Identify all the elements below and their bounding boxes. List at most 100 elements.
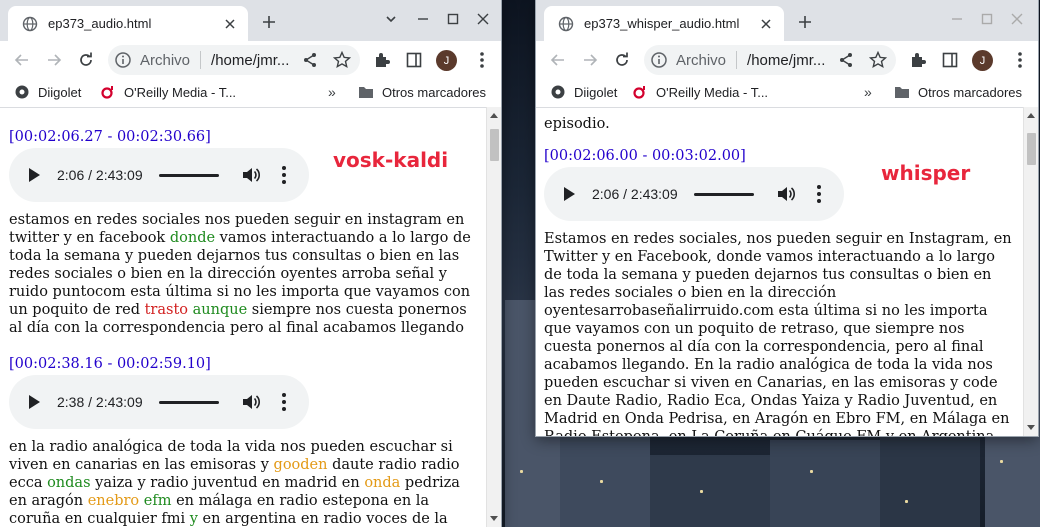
url-text: /home/jmr...: [747, 51, 826, 69]
close-window-icon[interactable]: [1006, 8, 1028, 30]
tab-vosk-audio[interactable]: ep373_audio.html: [8, 6, 248, 41]
share-icon[interactable]: [296, 46, 324, 74]
transcript-text: Estamos en redes sociales, nos pueden se…: [544, 231, 1012, 436]
minimize-icon[interactable]: [946, 8, 968, 30]
bookmark-oreilly[interactable]: O'Reilly Media - T...: [100, 84, 236, 100]
scrollbar-thumb[interactable]: [490, 129, 499, 161]
volume-icon[interactable]: [776, 184, 796, 204]
tab-title: ep373_audio.html: [48, 16, 152, 31]
bookmark-diigolet[interactable]: Diigolet: [14, 84, 81, 100]
maximize-icon[interactable]: [442, 8, 464, 30]
browser-window-vosk: ep373_audio.html Archivo /home/jmr... J …: [0, 0, 501, 527]
diigo-icon: [14, 84, 30, 100]
menu-icon[interactable]: [468, 46, 496, 74]
audio-player[interactable]: 2:06 / 2:43:09: [544, 167, 844, 221]
url-text: /home/jmr...: [211, 51, 290, 69]
forward-icon[interactable]: [576, 46, 604, 74]
toolbar: Archivo /home/jmr... J: [536, 41, 1038, 79]
audio-player[interactable]: 2:38 / 2:43:09: [9, 375, 309, 429]
sidepanel-icon[interactable]: [936, 46, 964, 74]
highlighted-word: donde: [169, 230, 216, 246]
bookmark-diigolet[interactable]: Diigolet: [550, 84, 617, 100]
reload-icon[interactable]: [72, 46, 100, 74]
scrollbar[interactable]: [1023, 107, 1038, 436]
forward-icon[interactable]: [40, 46, 68, 74]
tab-whisper-audio[interactable]: ep373_whisper_audio.html: [544, 6, 784, 41]
whisper-label: whisper: [881, 161, 971, 185]
play-icon[interactable]: [564, 187, 575, 201]
transcript-run: yaiza y radio juventud en madrid en: [90, 475, 365, 491]
play-icon[interactable]: [29, 395, 40, 409]
highlighted-word: y: [189, 511, 198, 527]
info-icon[interactable]: [650, 51, 668, 69]
audio-player[interactable]: 2:06 / 2:43:09: [9, 148, 309, 202]
info-icon[interactable]: [114, 51, 132, 69]
bookmark-label: Otros marcadores: [382, 84, 487, 100]
scrollbar-thumb[interactable]: [1027, 133, 1036, 165]
chevron-down-icon[interactable]: [380, 8, 402, 30]
progress-track[interactable]: [159, 174, 219, 177]
bookmarks-overflow-icon[interactable]: »: [864, 84, 872, 100]
bookmark-star-icon[interactable]: [864, 46, 892, 74]
player-time: 2:38 / 2:43:09: [57, 394, 143, 410]
bookmark-label: Diigolet: [38, 84, 82, 100]
new-tab-button[interactable]: [256, 9, 282, 35]
avatar[interactable]: J: [972, 50, 993, 71]
divider: [736, 51, 738, 69]
progress-track[interactable]: [694, 193, 754, 196]
bookmark-label: Diigolet: [574, 84, 618, 100]
more-options-icon[interactable]: [281, 393, 287, 411]
highlighted-word: gooden: [273, 457, 328, 473]
volume-icon[interactable]: [241, 165, 261, 185]
bookmark-oreilly[interactable]: O'Reilly Media - T...: [632, 84, 768, 100]
diigo-icon: [550, 84, 566, 100]
globe-icon: [558, 16, 574, 31]
bookmark-star-icon[interactable]: [328, 46, 356, 74]
divider: [200, 51, 202, 69]
more-options-icon[interactable]: [816, 185, 822, 203]
tab-strip: ep373_whisper_audio.html: [536, 0, 1038, 41]
back-icon[interactable]: [544, 46, 572, 74]
new-tab-button[interactable]: [792, 9, 818, 35]
back-icon[interactable]: [8, 46, 36, 74]
scroll-up-icon[interactable]: [1027, 113, 1035, 118]
maximize-icon[interactable]: [976, 8, 998, 30]
highlighted-word: enebro: [87, 493, 140, 509]
scroll-up-icon[interactable]: [490, 113, 498, 118]
transcript-text: en la radio analógica de toda la vida no…: [9, 438, 478, 527]
player-time: 2:06 / 2:43:09: [592, 186, 678, 202]
play-icon[interactable]: [29, 168, 40, 182]
previous-text: episodio.: [544, 116, 610, 132]
sidepanel-icon[interactable]: [400, 46, 428, 74]
bookmark-folder-otros[interactable]: Otros marcadores: [894, 84, 1022, 100]
extensions-icon[interactable]: [904, 46, 932, 74]
bookmarks-overflow-icon[interactable]: »: [328, 84, 336, 100]
highlighted-word: aunque: [192, 302, 248, 318]
oreilly-icon: [100, 84, 116, 100]
avatar[interactable]: J: [436, 50, 457, 71]
highlighted-word: ondas: [47, 475, 91, 491]
minimize-icon[interactable]: [412, 8, 434, 30]
scroll-down-icon[interactable]: [1027, 425, 1035, 430]
bookmark-label: O'Reilly Media - T...: [124, 84, 237, 100]
scroll-down-icon[interactable]: [490, 516, 498, 521]
progress-track[interactable]: [159, 401, 219, 404]
extensions-icon[interactable]: [368, 46, 396, 74]
reload-icon[interactable]: [608, 46, 636, 74]
browser-window-whisper: ep373_whisper_audio.html Archivo /home/j…: [536, 0, 1038, 436]
tab-title: ep373_whisper_audio.html: [584, 16, 740, 31]
close-tab-icon[interactable]: [756, 14, 776, 34]
close-window-icon[interactable]: [472, 8, 494, 30]
toolbar: Archivo /home/jmr... J: [0, 41, 501, 79]
bookmark-folder-otros[interactable]: Otros marcadores: [358, 84, 486, 100]
scrollbar[interactable]: [486, 107, 501, 527]
file-scheme-label: Archivo: [140, 51, 191, 69]
more-options-icon[interactable]: [281, 166, 287, 184]
page-content: episodio. [00:02:06.00 - 00:03:02.00] 2:…: [536, 107, 1024, 436]
highlighted-word: trasto: [144, 302, 189, 318]
share-icon[interactable]: [832, 46, 860, 74]
volume-icon[interactable]: [241, 392, 261, 412]
menu-icon[interactable]: [1006, 46, 1034, 74]
transcript-text: estamos en redes sociales nos pueden seg…: [9, 211, 478, 337]
close-tab-icon[interactable]: [220, 14, 240, 34]
